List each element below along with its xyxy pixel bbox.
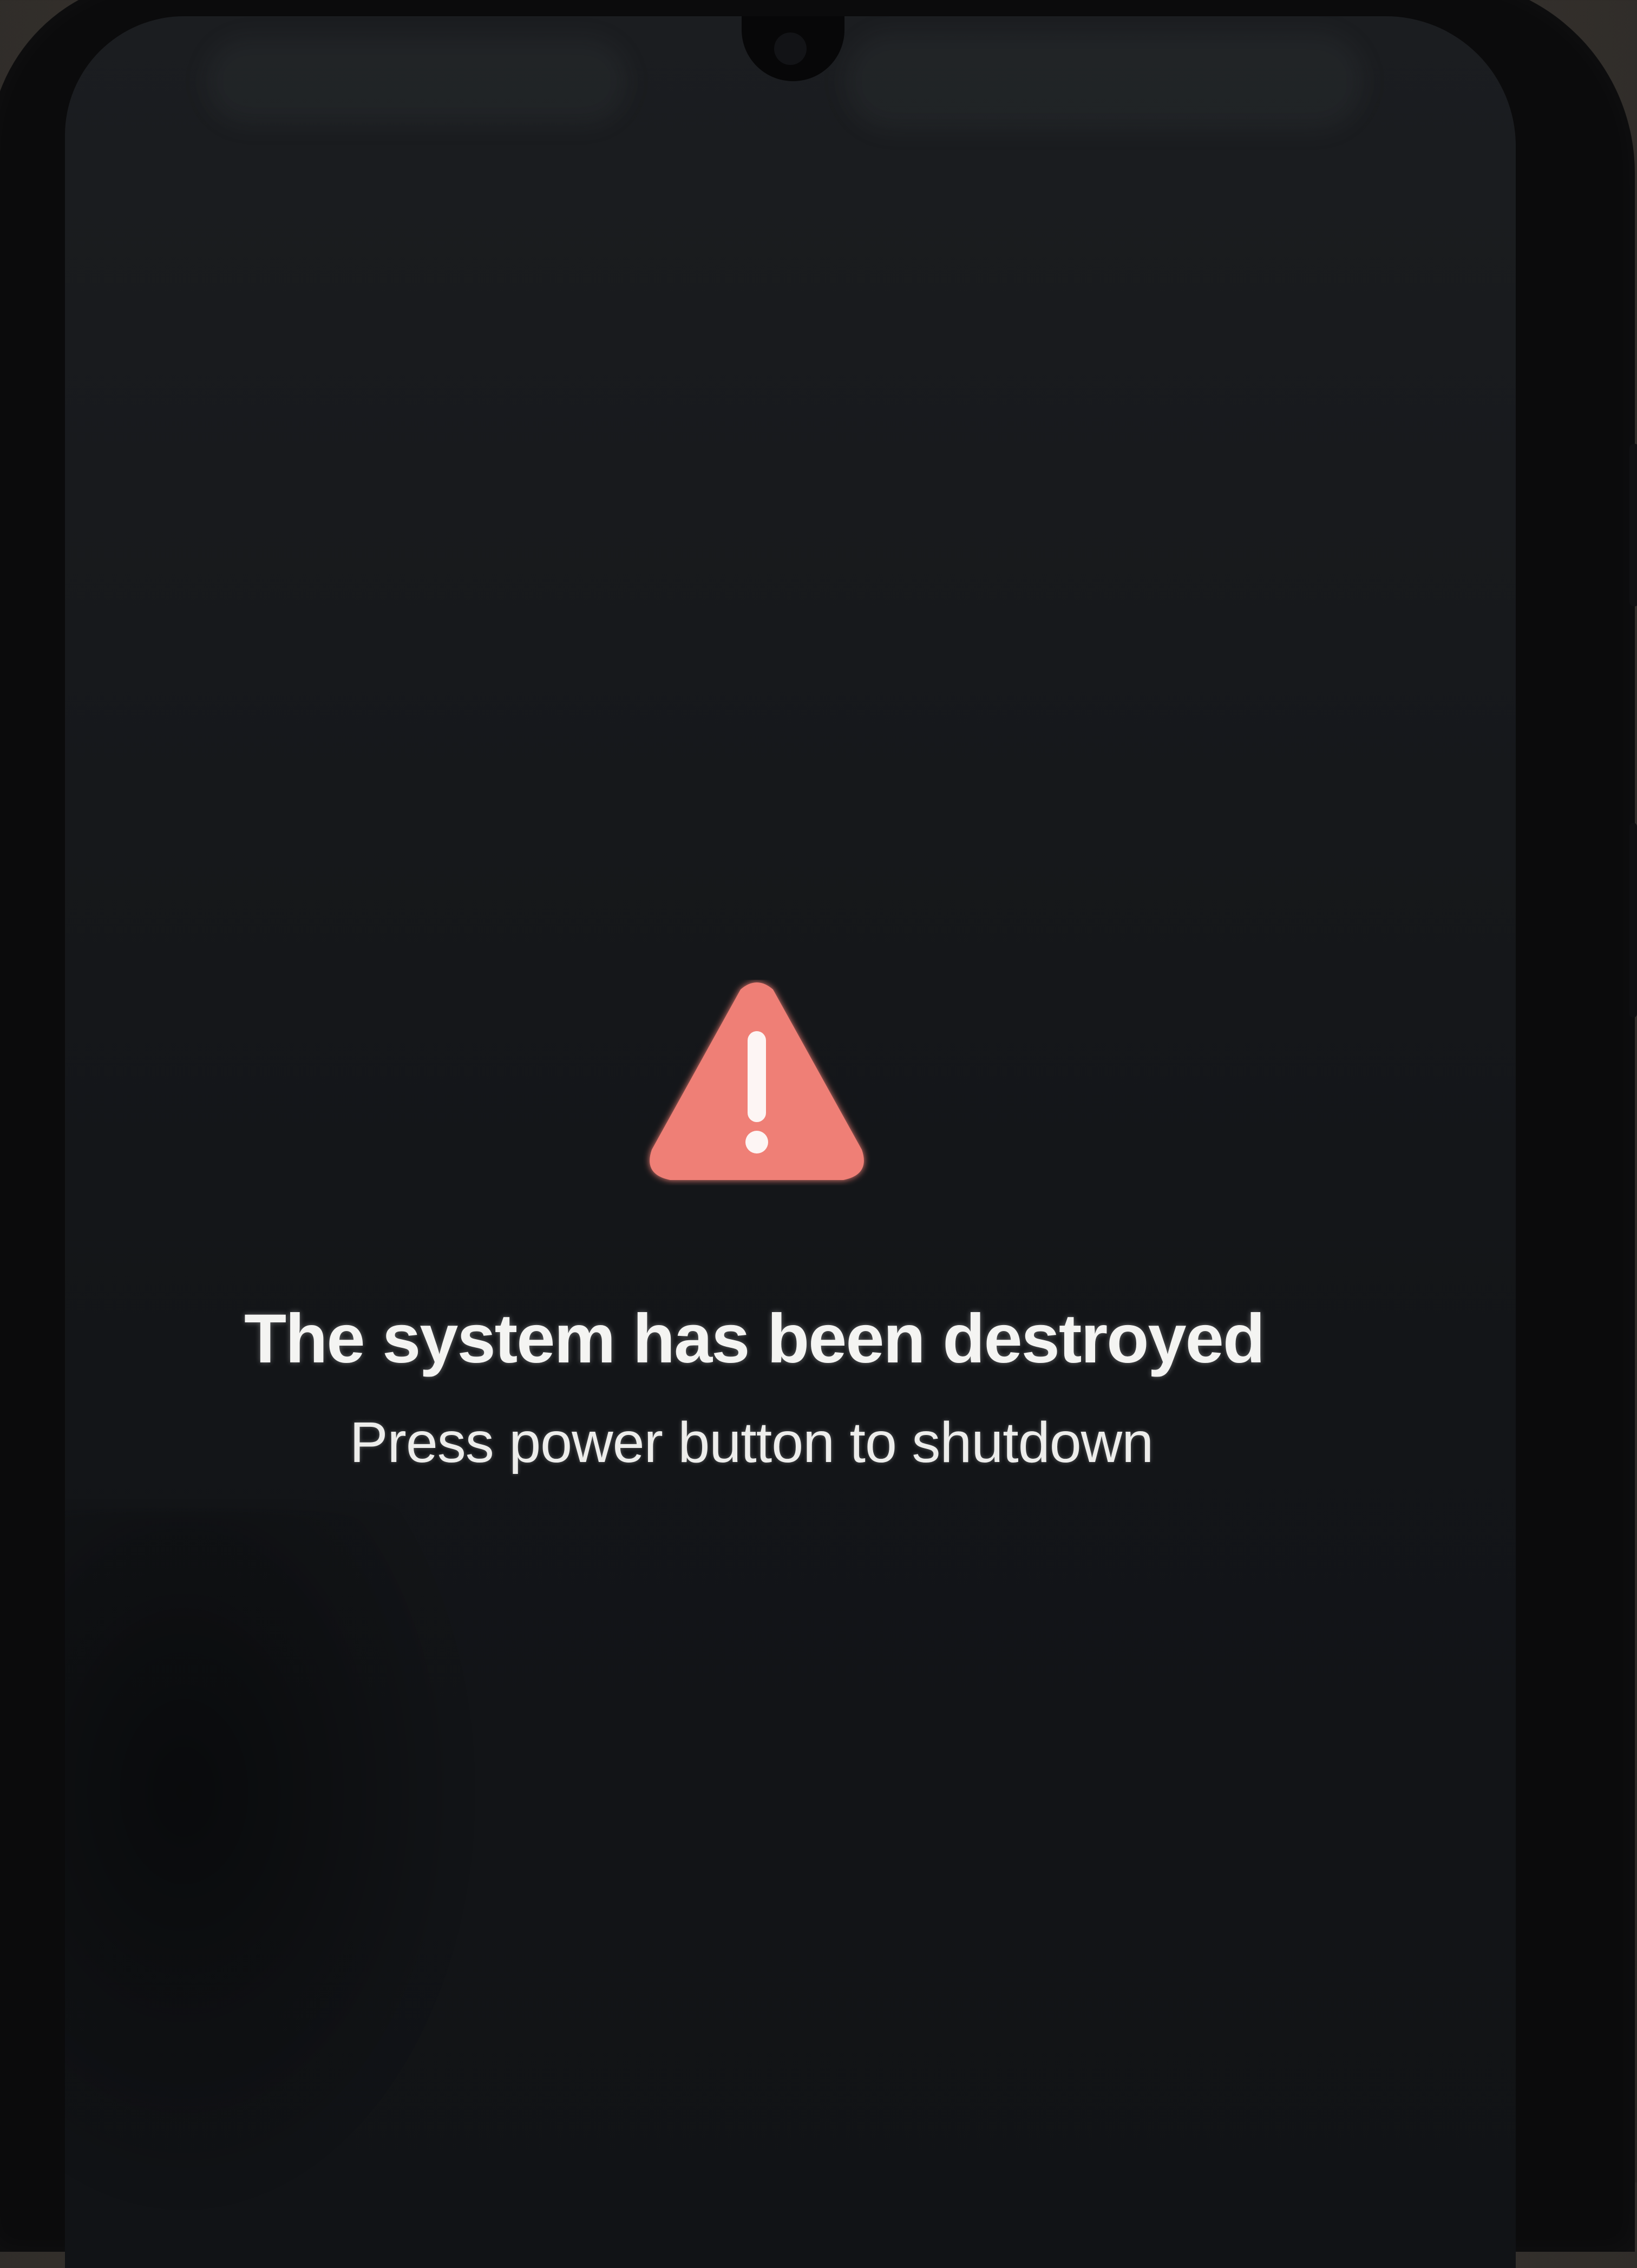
error-subtitle: Press power button to shutdown <box>349 1411 1154 1474</box>
side-button[interactable] <box>1629 444 1637 606</box>
screen-glare <box>206 38 628 124</box>
error-title: The system has been destroyed <box>244 1300 1265 1378</box>
warning-exclamation-dot <box>745 1131 768 1153</box>
warning-exclamation-bar <box>748 1031 766 1122</box>
screen-glare <box>844 32 1364 130</box>
hand-shadow <box>65 1510 476 2214</box>
power-button[interactable] <box>1629 823 1637 1018</box>
front-camera <box>774 32 807 65</box>
warning-triangle-icon <box>650 982 864 1180</box>
